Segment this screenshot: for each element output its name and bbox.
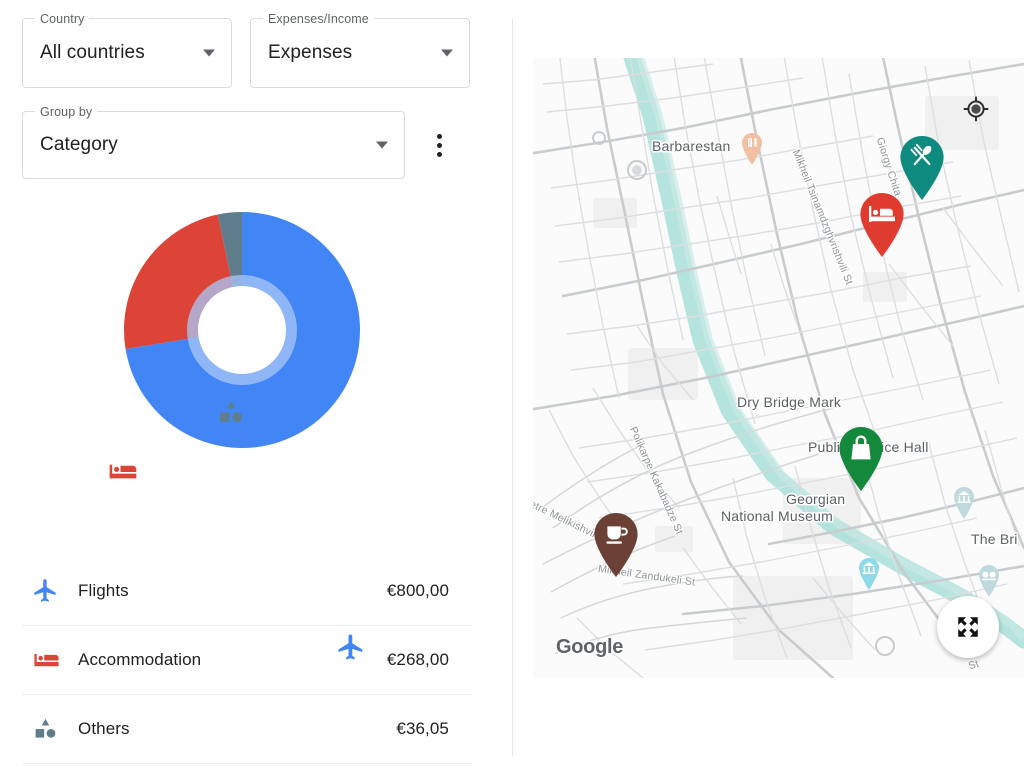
list-item-amount: €268,00 <box>387 650 472 670</box>
flight-icon <box>32 577 78 604</box>
country-select-label: Country <box>35 11 89 27</box>
group-by-select-value: Category <box>40 134 118 156</box>
chevron-down-icon <box>441 50 453 57</box>
theatre-poi-icon[interactable] <box>976 564 1002 598</box>
country-select[interactable]: Country All countries <box>22 18 232 88</box>
bank-poi-icon[interactable] <box>951 486 977 520</box>
list-item-amount: €800,00 <box>387 581 472 601</box>
group-by-select[interactable]: Group by Category <box>22 111 405 179</box>
google-map[interactable]: Mikheil Tsinamdzghvrishvili St Giorgy Ch… <box>533 58 1024 678</box>
list-item[interactable]: Flights €800,00 <box>22 556 472 625</box>
my-location-icon[interactable] <box>961 94 991 124</box>
kebab-dot <box>437 134 442 139</box>
list-item[interactable]: Others €36,05 <box>22 694 472 763</box>
slice-label-accommodation: 24,3 % <box>153 501 206 520</box>
list-item-label: Others <box>78 719 396 739</box>
map-marker-cafe[interactable] <box>590 511 642 579</box>
shapes-others-icon <box>32 716 78 743</box>
chevron-down-icon <box>376 142 388 149</box>
expenses-donut-chart: 3,3 % 24,3 % 72,5 % <box>0 190 500 520</box>
map-panel: Mikheil Tsinamdzghvrishvili St Giorgy Ch… <box>513 0 1024 766</box>
country-select-value: All countries <box>40 42 145 64</box>
expenses-income-select-label: Expenses/Income <box>263 11 374 27</box>
restaurant-poi-icon[interactable] <box>739 132 765 166</box>
map-canvas <box>533 58 1024 678</box>
list-item[interactable]: Accommodation €268,00 <box>22 625 472 694</box>
list-item-label: Accommodation <box>78 650 387 670</box>
hotel-bed-icon <box>32 646 78 675</box>
left-panel: Country All countries Expenses/Income Ex… <box>0 0 512 766</box>
kebab-dot <box>437 152 442 157</box>
chevron-down-icon <box>203 50 215 57</box>
list-item-amount: €36,05 <box>396 719 472 739</box>
fullscreen-expand-icon[interactable] <box>937 596 999 658</box>
category-list: Flights €800,00 Accommodation €268,00 <box>22 556 472 764</box>
museum-poi-icon[interactable] <box>856 557 882 591</box>
expenses-income-select-value: Expenses <box>268 42 352 64</box>
hotel-bed-icon <box>107 456 139 493</box>
shapes-others-icon <box>216 398 246 433</box>
expenses-income-select[interactable]: Expenses/Income Expenses <box>250 18 470 88</box>
list-divider <box>22 763 472 764</box>
expenses-dashboard: Country All countries Expenses/Income Ex… <box>0 0 1024 766</box>
kebab-menu-icon[interactable] <box>424 126 454 164</box>
donut-hole <box>198 286 286 374</box>
map-marker-hotel[interactable] <box>856 191 908 259</box>
list-item-label: Flights <box>78 581 387 601</box>
group-by-select-label: Group by <box>35 104 97 120</box>
map-marker-shopping[interactable] <box>835 425 887 493</box>
kebab-dot <box>437 143 442 148</box>
slice-label-others: 3,3 % <box>216 470 260 489</box>
